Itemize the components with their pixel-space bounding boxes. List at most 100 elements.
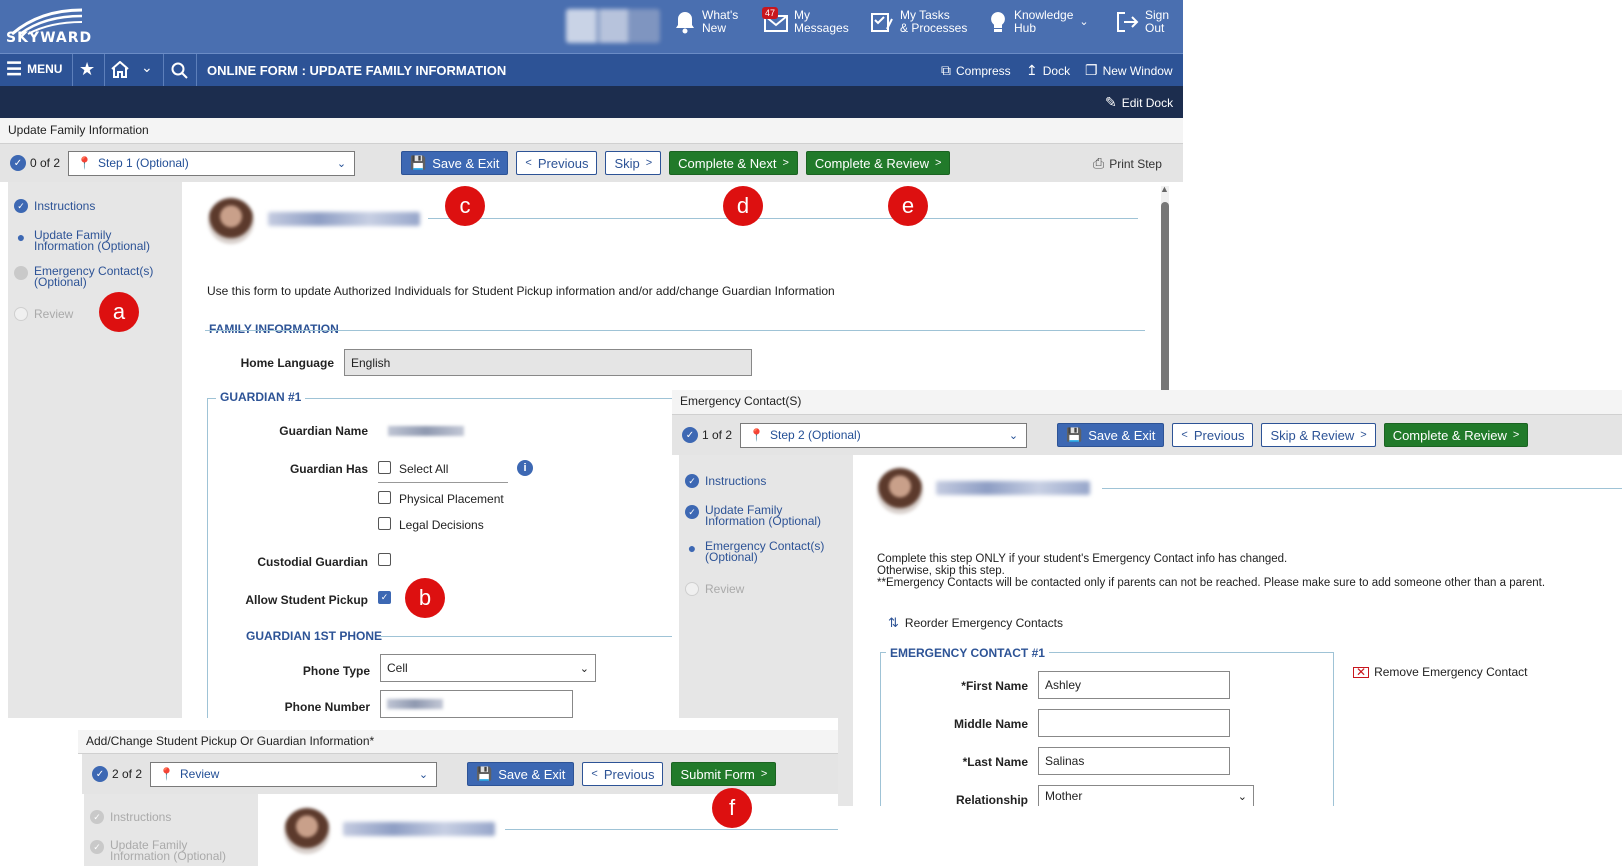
panel2-step-select[interactable]: 📍 Step 2 (Optional) ⌄ [740,422,1028,448]
panel1-title: Update Family Information [0,118,1183,144]
whats-new-link[interactable]: What's New [674,9,738,35]
my-tasks-link[interactable]: My Tasks & Processes [870,9,967,35]
save-exit-button[interactable]: 💾 Save & Exit [401,151,509,175]
annotation-marker-b: b [405,578,445,618]
reorder-contacts-button[interactable]: ⇅ Reorder Emergency Contacts [888,615,1063,631]
submit-form-label: Submit Form [680,766,755,782]
remove-contact-button[interactable]: ✕ Remove Emergency Contact [1353,665,1527,679]
panel1-progress: 0 of 2 [30,156,61,170]
skyward-logo[interactable]: SKYWARD [6,6,91,46]
first-name-field[interactable]: Ashley [1038,671,1230,699]
submit-form-button[interactable]: Submit Form > [671,762,777,786]
panel3-toolbar: ✓ 2 of 2 📍 Review ⌄ 💾 Save & Exit < Previo… [82,754,838,794]
skip-button[interactable]: Skip > [605,151,662,175]
last-name-field[interactable]: Salinas [1038,747,1230,775]
skip-label: Skip [614,155,640,171]
previous-button[interactable]: < Previous [1172,423,1254,447]
guardian-has-label: Guardian Has [289,462,368,476]
compress-label: Compress [956,63,1011,78]
panel1-step-select[interactable]: 📍 Step 1 (Optional) ⌄ [68,150,356,176]
sidebar-label: Review [705,582,745,596]
panel3-progress: 2 of 2 [112,767,143,781]
sidebar-item-update-family[interactable]: ✓ Update Family Information (Optional) [90,839,226,862]
allow-pickup-checkbox[interactable]: ✓ [378,591,391,604]
edit-dock-button[interactable]: ✎ Edit Dock [1105,94,1173,111]
previous-label: Previous [537,155,589,171]
panel3-step-select[interactable]: 📍 Review ⌄ [150,761,438,787]
menu-button[interactable]: ☰ MENU [6,59,62,79]
phone-type-label: Phone Type [302,664,370,678]
check-circle-icon: ✓ [14,199,28,213]
sidebar-item-emergency-contacts[interactable]: Emergency Contact(s) (Optional) [14,265,153,288]
check-circle-icon: ✓ [685,474,699,488]
phone-number-field[interactable] [380,690,573,718]
scroll-up-icon[interactable]: ▲ [1160,184,1169,194]
relationship-select[interactable]: Mother ⌄ [1038,785,1254,806]
save-exit-label: Save & Exit [432,155,500,171]
save-exit-button[interactable]: 💾 Save & Exit [467,762,575,786]
sign-out-link[interactable]: Sign Out [1115,9,1169,35]
check-circle-icon: ✓ [685,505,699,519]
relationship-label: Relationship [955,793,1028,807]
knowledge-hub-link[interactable]: Knowledge Hub ⌄ [988,9,1089,35]
scrollbar[interactable] [1161,186,1169,396]
dock-button[interactable]: ↥ Dock [1026,62,1070,79]
annotation-marker-e: e [888,186,928,226]
sidebar-label: Instructions [705,474,767,488]
sidebar-label: Review [34,307,74,321]
compress-button[interactable]: ⧉ Compress [941,62,1011,79]
scrollbar-thumb[interactable] [1161,202,1169,396]
new-window-button[interactable]: ❐ New Window [1085,62,1173,79]
home-language-field[interactable]: English [344,349,752,376]
select-all-checkbox[interactable] [378,461,391,474]
sidebar-item-instructions[interactable]: ✓ Instructions [14,199,95,213]
sidebar-item-update-family[interactable]: ● Update Family Information (Optional) [14,228,150,252]
user-name-blurred[interactable] [566,9,660,43]
sidebar-item-emergency-contacts[interactable]: ● Emergency Contact(s) (Optional) [685,540,825,563]
chevron-right-icon: > [782,157,789,169]
skip-review-button[interactable]: Skip & Review > [1261,423,1376,447]
chevron-right-icon: > [1512,429,1520,441]
map-pin-icon: ● [16,228,26,245]
edit-icon: ✎ [1105,94,1117,110]
previous-button[interactable]: < Previous [582,762,664,786]
middle-name-field[interactable] [1038,709,1230,737]
sidebar-item-instructions[interactable]: ✓ Instructions [90,810,171,824]
student-avatar [284,808,330,854]
panel3-title: Add/Change Student Pickup Or Guardian In… [78,730,838,754]
sidebar-item-instructions[interactable]: ✓ Instructions [685,474,766,488]
phone-type-select[interactable]: Cell ⌄ [380,654,596,682]
save-exit-button[interactable]: 💾 Save & Exit [1057,423,1165,447]
student-name-blurred [268,212,420,226]
chevron-down-icon: ⌄ [336,157,347,170]
complete-next-button[interactable]: Complete & Next > [669,151,798,175]
annotation-marker-f: f [712,788,752,828]
info-icon[interactable]: i [517,460,533,476]
complete-review-button[interactable]: Complete & Review > [805,151,951,175]
phone-number-label: Phone Number [284,700,370,714]
print-step-button[interactable]: ⎙ Print Step [1093,155,1162,172]
custodial-guardian-checkbox[interactable] [378,553,391,566]
nav-bar: ☰ MENU ★ ⌄ ONLINE FORM : UPDATE FAMILY I… [0,53,1183,87]
search-icon[interactable] [171,62,188,79]
complete-review-button[interactable]: Complete & Review > [1383,423,1529,447]
home-icon[interactable] [111,61,129,78]
guardian-heading: GUARDIAN #1 [216,390,306,404]
previous-button[interactable]: < Previous [516,151,598,175]
physical-placement-checkbox[interactable] [378,491,391,504]
save-exit-label: Save & Exit [498,766,566,782]
sort-arrows-icon: ⇅ [888,615,899,630]
panel3-sidebar: ✓ Instructions ✓ Update Family Information… [84,794,258,866]
compress-icon: ⧉ [941,62,951,78]
phone-type-value: Cell [387,661,408,675]
sidebar-item-review[interactable]: Review [685,582,744,596]
check-circle-icon: ✓ [90,840,104,854]
middle-name-label: Middle Name [953,717,1028,731]
legal-decisions-checkbox[interactable] [378,517,391,530]
my-tasks-label: My Tasks & Processes [900,8,968,35]
hamburger-icon: ☰ [6,59,23,79]
star-icon[interactable]: ★ [79,59,95,80]
chevron-down-icon[interactable]: ⌄ [141,59,153,76]
sidebar-item-update-family[interactable]: ✓ Update Family Information (Optional) [685,504,821,527]
sidebar-item-review[interactable]: Review [14,307,73,321]
